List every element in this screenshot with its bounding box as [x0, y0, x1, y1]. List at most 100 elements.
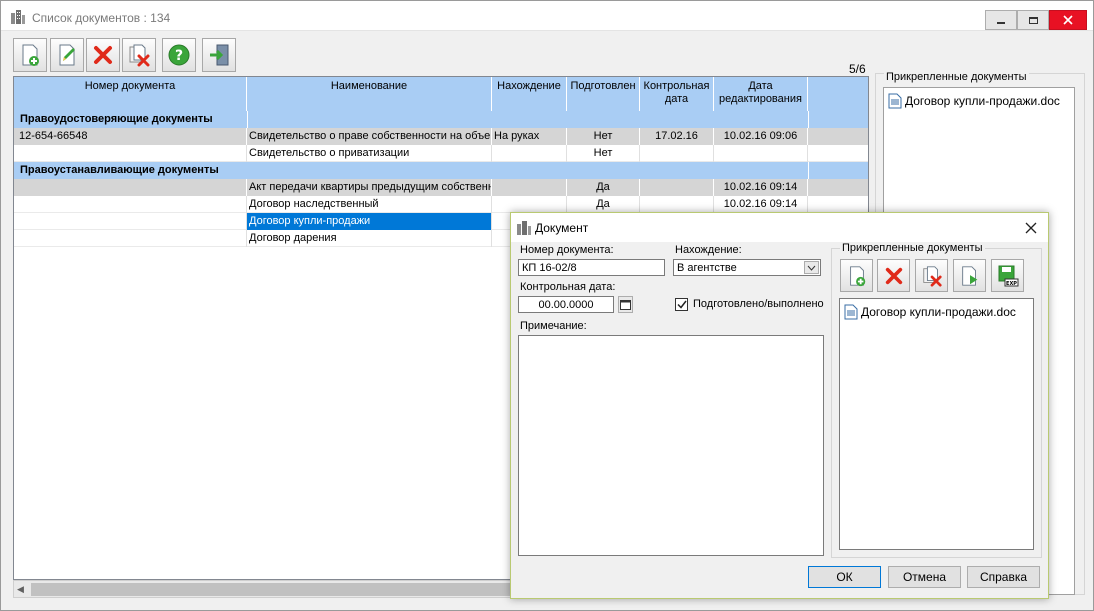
delete-button[interactable]	[86, 38, 120, 72]
cell-control-date	[640, 196, 714, 213]
delete-x-icon	[94, 46, 112, 64]
cell-location	[492, 179, 567, 196]
maximize-button[interactable]	[1017, 10, 1049, 30]
document-dialog: Документ Номер документа: КП 16-02/8 Нах…	[510, 212, 1049, 599]
exit-door-icon	[210, 44, 229, 66]
attached-file-item[interactable]: Договор купли-продажи.doc	[888, 93, 1060, 109]
ok-button[interactable]: ОК	[808, 566, 881, 588]
column-header-filler	[808, 77, 870, 111]
column-header-name[interactable]: Наименование	[247, 77, 492, 111]
cell-name: Свидетельство о праве собственности на о…	[247, 128, 492, 145]
location-select-value: В агентстве	[677, 262, 737, 274]
cell-prepared: Нет	[567, 128, 640, 145]
add-document-icon	[849, 265, 865, 286]
table-row[interactable]: Договор наследственный Да 10.02.16 09:14	[14, 196, 868, 213]
prepared-checkbox[interactable]	[675, 298, 688, 311]
column-header-edit-date[interactable]: Дата редактирования	[714, 77, 808, 111]
table-row[interactable]: Свидетельство о приватизации Нет	[14, 145, 868, 162]
dialog-title-bar: Документ	[511, 213, 1048, 242]
column-header-prepared[interactable]: Подготовлен	[567, 77, 640, 111]
group-title: Правоудостоверяющие документы	[20, 113, 213, 125]
cell-name: Договор наследственный	[247, 196, 492, 213]
delete-document-icon	[922, 265, 942, 287]
cell-name: Договор купли-продажи	[247, 213, 492, 230]
add-document-icon	[22, 44, 39, 66]
delete-document-icon	[129, 44, 150, 67]
svg-text:?: ?	[175, 48, 183, 64]
control-date-input[interactable]: 00.00.0000	[518, 296, 614, 313]
help-icon: ?	[168, 44, 190, 66]
dropdown-arrow[interactable]	[804, 261, 819, 274]
close-icon	[1063, 15, 1073, 25]
table-row[interactable]: Акт передачи квартиры предыдущим собстве…	[14, 179, 868, 196]
cell-number	[14, 179, 247, 196]
delete-x-icon	[885, 267, 902, 284]
cell-edit-date: 10.02.16 09:06	[714, 128, 808, 145]
cell-prepared: Да	[567, 179, 640, 196]
minimize-icon	[997, 22, 1005, 24]
attach-add-button[interactable]	[840, 259, 873, 292]
edit-document-button[interactable]	[50, 38, 84, 72]
doc-number-input[interactable]: КП 16-02/8	[518, 259, 665, 276]
dialog-attached-legend: Прикрепленные документы	[840, 242, 985, 254]
column-header-control-date[interactable]: Контрольная дата	[640, 77, 714, 111]
cell-edit-date: 10.02.16 09:14	[714, 196, 808, 213]
attach-delete-button[interactable]	[877, 259, 910, 292]
help-button[interactable]: Справка	[967, 566, 1040, 588]
cell-number: 12-654-66548	[14, 128, 247, 145]
scroll-thumb[interactable]	[31, 583, 531, 596]
attached-documents-legend: Прикрепленные документы	[884, 71, 1029, 83]
close-button[interactable]	[1049, 10, 1087, 30]
cell-location	[492, 145, 567, 162]
attach-open-button[interactable]	[953, 259, 986, 292]
note-textarea[interactable]	[518, 335, 824, 556]
location-label: Нахождение:	[675, 244, 742, 256]
cell-control-date: 17.02.16	[640, 128, 714, 145]
add-document-button[interactable]	[13, 38, 47, 72]
group-title: Правоустанавливающие документы	[20, 164, 219, 176]
delete-document-button[interactable]	[122, 38, 156, 72]
cell-edit-date	[714, 145, 808, 162]
cell-name: Свидетельство о приватизации	[247, 145, 492, 162]
calendar-button[interactable]	[618, 296, 633, 313]
attached-file-name: Договор купли-продажи.doc	[905, 94, 1060, 108]
group-row[interactable]: Правоустанавливающие документы	[14, 162, 868, 179]
close-icon[interactable]	[1022, 219, 1040, 237]
column-header-number[interactable]: Номер документа	[14, 77, 247, 111]
record-counter: 5/6	[849, 62, 866, 76]
dialog-title: Документ	[535, 221, 589, 235]
location-select[interactable]: В агентстве	[673, 259, 821, 276]
building-icon	[11, 10, 25, 24]
open-document-icon	[961, 265, 977, 286]
svg-text:EXP: EXP	[1006, 281, 1017, 287]
cell-control-date	[640, 145, 714, 162]
attach-remove-document-button[interactable]	[915, 259, 948, 292]
group-row[interactable]: Правоудостоверяющие документы	[14, 111, 868, 128]
cancel-button[interactable]: Отмена	[888, 566, 961, 588]
cell-location	[492, 196, 567, 213]
document-file-icon	[888, 93, 902, 109]
building-icon	[517, 221, 531, 235]
cell-number	[14, 213, 247, 230]
calendar-icon	[620, 300, 631, 310]
cell-number	[14, 145, 247, 162]
attached-file-name: Договор купли-продажи.doc	[861, 305, 1016, 319]
exit-button[interactable]	[202, 38, 236, 72]
attach-export-button[interactable]: EXP	[991, 259, 1024, 292]
grid-header: Номер документа Наименование Нахождение …	[14, 77, 868, 111]
minimize-button[interactable]	[985, 10, 1017, 30]
cell-prepared: Да	[567, 196, 640, 213]
scroll-left-icon[interactable]: ◀	[17, 584, 24, 595]
document-file-icon	[844, 304, 858, 320]
cell-name: Акт передачи квартиры предыдущим собстве…	[247, 179, 492, 196]
prepared-label[interactable]: Подготовлено/выполнено	[693, 298, 824, 310]
note-label: Примечание:	[520, 320, 587, 332]
attached-file-item[interactable]: Договор купли-продажи.doc	[844, 304, 1016, 320]
window-title: Список документов : 134	[32, 11, 171, 25]
cell-number	[14, 230, 247, 247]
help-button[interactable]: ?	[162, 38, 196, 72]
table-row[interactable]: 12-654-66548 Свидетельство о праве собст…	[14, 128, 868, 145]
dialog-attached-list[interactable]: Договор купли-продажи.doc	[839, 298, 1034, 550]
column-header-location[interactable]: Нахождение	[492, 77, 567, 111]
cell-number	[14, 196, 247, 213]
